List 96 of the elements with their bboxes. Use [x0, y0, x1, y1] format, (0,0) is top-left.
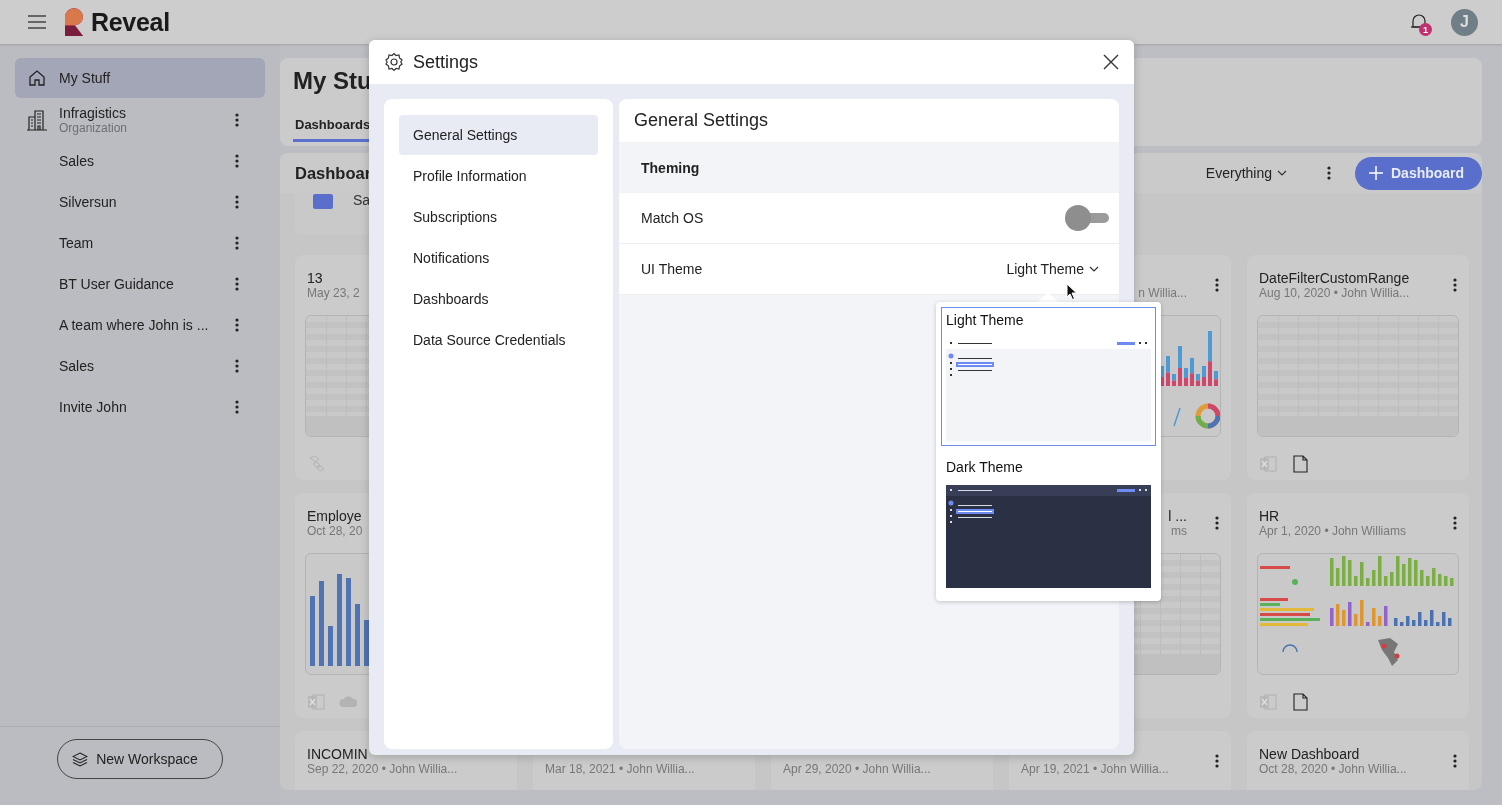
- close-icon[interactable]: [1103, 54, 1119, 70]
- more-icon[interactable]: [1215, 515, 1219, 531]
- card-subtitle: ms: [1171, 524, 1187, 538]
- more-icon[interactable]: [1327, 165, 1331, 181]
- card-subtitle: Oct 28, 20: [307, 524, 363, 538]
- more-icon[interactable]: [1453, 515, 1457, 531]
- more-icon[interactable]: [235, 398, 239, 415]
- sidebar-item[interactable]: Sales: [15, 345, 265, 386]
- option-label: Dark Theme: [946, 459, 1024, 477]
- setting-label: UI Theme: [641, 261, 704, 277]
- add-dashboard-button[interactable]: Dashboard: [1355, 156, 1482, 190]
- card-subtitle: Aug 10, 2020 • John Willia...: [1259, 286, 1410, 300]
- sidebar-item[interactable]: Silversun: [15, 181, 265, 222]
- logo-icon: [63, 8, 85, 36]
- chevron-down-icon: [1089, 266, 1099, 272]
- file-icon: [1291, 693, 1309, 711]
- dashboard-card[interactable]: DateFilterCustomRange Aug 10, 2020 • John Willia...: [1247, 255, 1469, 480]
- more-icon[interactable]: [1453, 753, 1457, 769]
- nav-item[interactable]: Notifications: [399, 238, 598, 278]
- item-sublabel: Organization: [59, 120, 129, 135]
- more-icon[interactable]: [235, 193, 239, 210]
- notification-badge: 1: [1419, 23, 1432, 36]
- card-subtitle: Apr 29, 2020 • John Willia...: [783, 762, 931, 776]
- card-title: 13: [307, 270, 323, 286]
- layers-icon: [72, 751, 89, 767]
- page-title: My Stu: [293, 67, 373, 96]
- card-title: New Dashboard: [1259, 746, 1360, 762]
- card-subtitle: n Willia...: [1138, 286, 1187, 300]
- toggle-switch[interactable]: [1065, 205, 1109, 231]
- more-icon[interactable]: [235, 152, 239, 169]
- card-subtitle: Apr 1, 2020 • John Williams: [1259, 524, 1406, 538]
- app-logo: Reveal: [91, 7, 170, 37]
- more-icon[interactable]: [1453, 277, 1457, 293]
- more-icon[interactable]: [1215, 277, 1219, 293]
- card-title: Employe: [307, 508, 362, 524]
- more-icon[interactable]: [235, 316, 239, 333]
- section-header: Theming: [640, 158, 701, 178]
- card-title: INCOMIN: [307, 746, 368, 762]
- option-label: Light Theme: [946, 312, 1025, 330]
- nav-item[interactable]: Dashboards: [399, 279, 598, 319]
- sidebar-item[interactable]: Infragistics Organization: [15, 99, 265, 140]
- item-label: Sales: [59, 152, 96, 169]
- chevron-down-icon: [1277, 170, 1287, 176]
- nav-item[interactable]: Data Source Credentials: [399, 320, 598, 360]
- more-icon[interactable]: [235, 234, 239, 251]
- item-label: Team: [59, 234, 95, 251]
- home-icon: [28, 69, 46, 87]
- plus-icon: [1369, 166, 1383, 180]
- spreadsheet-icon: [307, 693, 325, 711]
- building-icon: [26, 108, 48, 131]
- more-icon[interactable]: [235, 275, 239, 292]
- file-icon: [1291, 455, 1309, 473]
- card-title: l ...: [1168, 508, 1187, 524]
- filter-dropdown[interactable]: Everything: [1205, 165, 1287, 181]
- card-subtitle: Sep 22, 2020 • John Willia...: [307, 762, 458, 776]
- dialog-title: Settings: [413, 51, 479, 73]
- card-subtitle: Mar 18, 2021 • John Willia...: [545, 762, 695, 776]
- more-icon[interactable]: [1215, 753, 1219, 769]
- card-subtitle: May 23, 2: [307, 286, 360, 300]
- settings-icon: [384, 52, 404, 72]
- nav-item[interactable]: General Settings: [399, 115, 598, 155]
- card-title: HR: [1259, 508, 1280, 524]
- item-label: Infragistics: [59, 104, 127, 121]
- card-subtitle: Apr 19, 2021 • John Willia...: [1021, 762, 1169, 776]
- item-label: BT User Guidance: [59, 275, 175, 292]
- item-label: Sales: [59, 357, 96, 374]
- spreadsheet-icon: [1259, 693, 1277, 711]
- menu-icon[interactable]: [28, 15, 46, 29]
- sidebar-item[interactable]: A team where John is ...: [15, 304, 265, 345]
- more-icon[interactable]: [235, 111, 239, 128]
- item-label: A team where John is ...: [59, 316, 210, 333]
- nav-item[interactable]: Subscriptions: [399, 197, 598, 237]
- panel-title: General Settings: [619, 99, 1119, 142]
- nav-item[interactable]: Profile Information: [399, 156, 598, 196]
- dashboard-card[interactable]: New Dashboard Oct 28, 2020 • John Willia...: [1247, 731, 1469, 790]
- card-title: DateFilterCustomRange: [1259, 270, 1410, 286]
- card-subtitle: Oct 28, 2020 • John Willia...: [1259, 762, 1407, 776]
- theme-option[interactable]: Light Theme: [941, 307, 1156, 446]
- cubes-icon: [307, 455, 325, 473]
- spreadsheet-icon: [1259, 455, 1277, 473]
- more-icon[interactable]: [235, 357, 239, 374]
- sidebar-item[interactable]: My Stuff: [15, 58, 265, 98]
- sidebar-item[interactable]: Invite John: [15, 386, 265, 427]
- item-label: Silversun: [59, 193, 118, 210]
- item-label: My Stuff: [59, 70, 112, 86]
- section-title: Dashboar: [295, 163, 372, 183]
- dashboard-card[interactable]: HR Apr 1, 2020 • John Williams: [1247, 493, 1469, 718]
- group-icon: [313, 194, 333, 209]
- sidebar-item[interactable]: Sales: [15, 140, 265, 181]
- group-label: Sa: [353, 192, 371, 208]
- theme-option[interactable]: Dark Theme: [941, 454, 1156, 593]
- setting-label: Match OS: [641, 210, 705, 226]
- item-label: Invite John: [59, 398, 128, 415]
- theme-dropdown[interactable]: Light Theme: [1006, 261, 1099, 277]
- sidebar-item[interactable]: Team: [15, 222, 265, 263]
- sidebar-item[interactable]: BT User Guidance: [15, 263, 265, 304]
